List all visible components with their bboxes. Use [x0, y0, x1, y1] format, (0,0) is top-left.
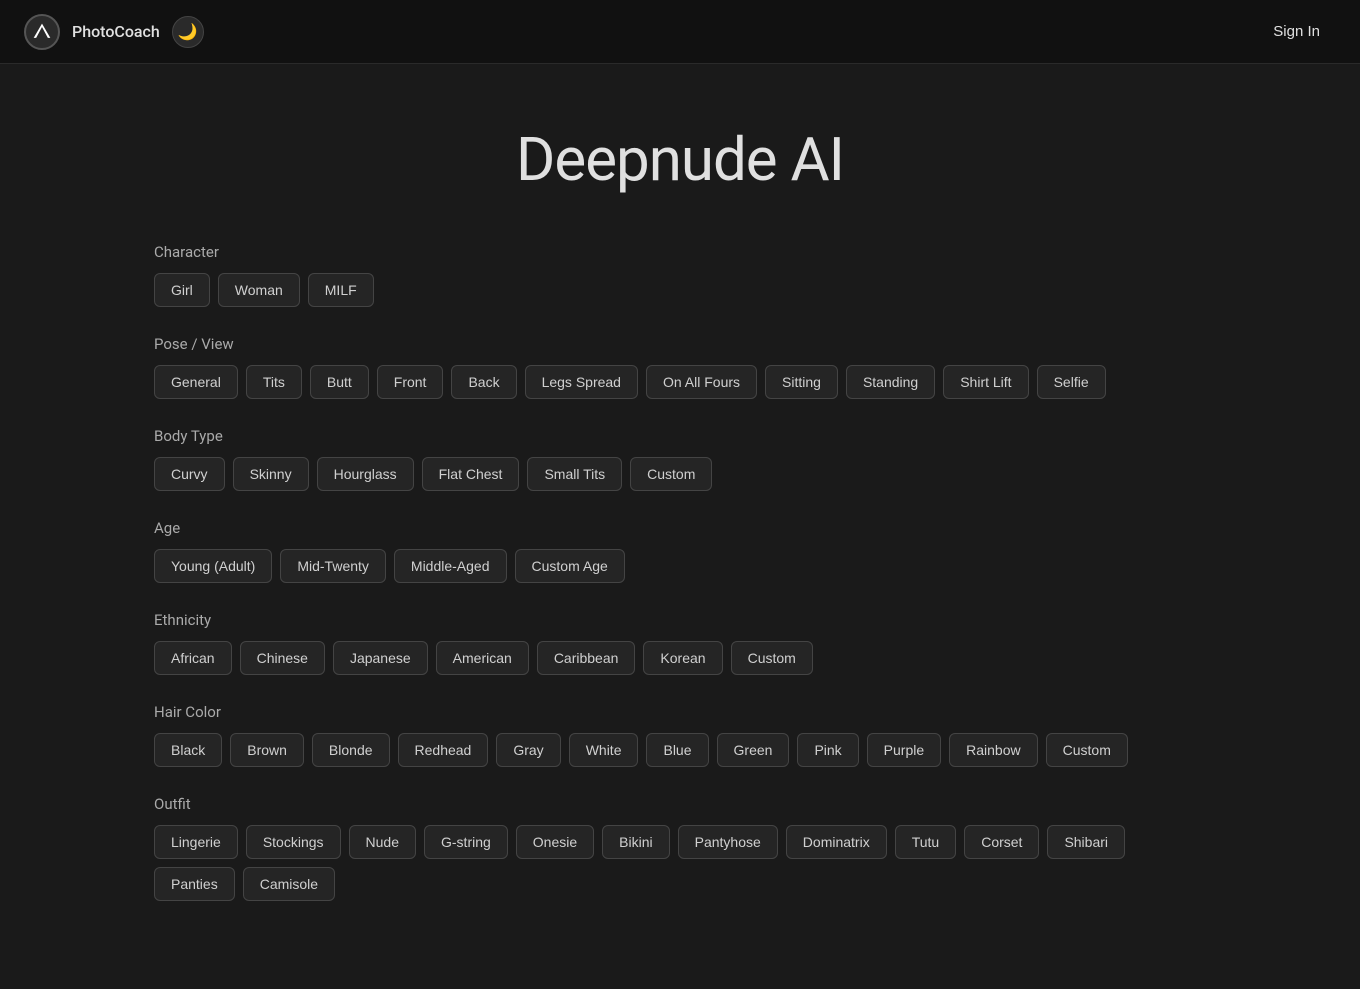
tag-purple[interactable]: Purple	[867, 733, 941, 767]
tag-young-adult[interactable]: Young (Adult)	[154, 549, 272, 583]
section-label-body-type: Body Type	[154, 427, 1206, 445]
tag-american[interactable]: American	[436, 641, 529, 675]
brand-name: PhotoCoach	[72, 22, 160, 41]
tag-onesie[interactable]: Onesie	[516, 825, 594, 859]
tag-selfie[interactable]: Selfie	[1037, 365, 1106, 399]
tag-custom[interactable]: Custom	[630, 457, 712, 491]
navbar: PhotoCoach 🌙 Sign In	[0, 0, 1360, 64]
tag-chinese[interactable]: Chinese	[240, 641, 325, 675]
tag-lingerie[interactable]: Lingerie	[154, 825, 238, 859]
tag-white[interactable]: White	[569, 733, 639, 767]
section-age: Age Young (Adult)Mid-TwentyMiddle-AgedCus…	[154, 519, 1206, 583]
tag-brown[interactable]: Brown	[230, 733, 304, 767]
tag-corset[interactable]: Corset	[964, 825, 1039, 859]
tag-green[interactable]: Green	[717, 733, 790, 767]
section-hair-color: Hair Color BlackBrownBlondeRedheadGray Whi…	[154, 703, 1206, 767]
section-ethnicity: EthnicityAfricanChineseJapaneseAmericanC…	[154, 611, 1206, 675]
page-title: Deepnude AI	[154, 124, 1206, 195]
tag-korean[interactable]: Korean	[643, 641, 722, 675]
tag-g-string[interactable]: G-string	[424, 825, 508, 859]
tag-girl[interactable]: Girl	[154, 273, 210, 307]
section-body-type: Body Type CurvySkinnyHourglassFlat ChestS…	[154, 427, 1206, 491]
tag-stockings[interactable]: Stockings	[246, 825, 341, 859]
section-label-age: Age	[154, 519, 1206, 537]
tag-rainbow[interactable]: Rainbow	[949, 733, 1037, 767]
navbar-left: PhotoCoach 🌙	[24, 14, 204, 50]
tag-pink[interactable]: Pink	[797, 733, 858, 767]
tag-tutu[interactable]: Tutu	[895, 825, 957, 859]
tag-dominatrix[interactable]: Dominatrix	[786, 825, 887, 859]
tag-redhead[interactable]: Redhead	[398, 733, 489, 767]
section-label-pose: Pose / View	[154, 335, 1206, 353]
tag-front[interactable]: Front	[377, 365, 444, 399]
sign-in-button[interactable]: Sign In	[1257, 15, 1336, 48]
tag-standing[interactable]: Standing	[846, 365, 935, 399]
tag-milf[interactable]: MILF	[308, 273, 374, 307]
tag-general[interactable]: General	[154, 365, 238, 399]
tag-african[interactable]: African	[154, 641, 232, 675]
tag-shirt-lift[interactable]: Shirt Lift	[943, 365, 1028, 399]
tag-woman[interactable]: Woman	[218, 273, 300, 307]
main-content: Deepnude AI Character GirlWomanMILF Pose /…	[0, 64, 1360, 989]
tag-legs-spread[interactable]: Legs Spread	[525, 365, 638, 399]
tag-hourglass[interactable]: Hourglass	[317, 457, 414, 491]
logo-icon[interactable]	[24, 14, 60, 50]
section-pose: Pose / View GeneralTitsButtFrontBack Legs …	[154, 335, 1206, 399]
tag-japanese[interactable]: Japanese	[333, 641, 428, 675]
tag-shibari[interactable]: Shibari	[1047, 825, 1125, 859]
tags-hair-color: BlackBrownBlondeRedheadGray WhiteBlue Gree…	[154, 733, 1206, 767]
tag-mid-twenty[interactable]: Mid-Twenty	[280, 549, 386, 583]
tags-character: GirlWomanMILF	[154, 273, 1206, 307]
section-label-ethnicity: Ethnicity	[154, 611, 1206, 629]
tag-blue[interactable]: Blue	[646, 733, 708, 767]
tag-caribbean[interactable]: Caribbean	[537, 641, 636, 675]
tag-butt[interactable]: Butt	[310, 365, 369, 399]
tag-sitting[interactable]: Sitting	[765, 365, 838, 399]
tag-black[interactable]: Black	[154, 733, 222, 767]
section-label-outfit: Outfit	[154, 795, 1206, 813]
tags-age: Young (Adult)Mid-TwentyMiddle-AgedCustom…	[154, 549, 1206, 583]
tags-ethnicity: AfricanChineseJapaneseAmericanCaribbeanK…	[154, 641, 1206, 675]
tag-small-tits[interactable]: Small Tits	[527, 457, 622, 491]
tag-tits[interactable]: Tits	[246, 365, 302, 399]
section-outfit: Outfit LingerieStockingsNudeG-stringOnesi…	[154, 795, 1206, 901]
tag-middle-aged[interactable]: Middle-Aged	[394, 549, 507, 583]
section-label-hair-color: Hair Color	[154, 703, 1206, 721]
tag-flat-chest[interactable]: Flat Chest	[422, 457, 520, 491]
tag-custom-age[interactable]: Custom Age	[515, 549, 625, 583]
tag-custom[interactable]: Custom	[1046, 733, 1128, 767]
section-character: Character GirlWomanMILF	[154, 243, 1206, 307]
tag-gray[interactable]: Gray	[496, 733, 560, 767]
tag-curvy[interactable]: Curvy	[154, 457, 225, 491]
tag-back[interactable]: Back	[451, 365, 516, 399]
tag-nude[interactable]: Nude	[349, 825, 416, 859]
tag-skinny[interactable]: Skinny	[233, 457, 309, 491]
tags-outfit: LingerieStockingsNudeG-stringOnesieBikin…	[154, 825, 1206, 901]
moon-icon: 🌙	[178, 22, 198, 41]
tag-panties[interactable]: Panties	[154, 867, 235, 901]
sections-container: Character GirlWomanMILF Pose / View General…	[154, 243, 1206, 901]
section-label-character: Character	[154, 243, 1206, 261]
theme-toggle-button[interactable]: 🌙	[172, 16, 204, 48]
tag-blonde[interactable]: Blonde	[312, 733, 390, 767]
tag-custom[interactable]: Custom	[731, 641, 813, 675]
tags-body-type: CurvySkinnyHourglassFlat ChestSmall Tits…	[154, 457, 1206, 491]
tags-pose: GeneralTitsButtFrontBack Legs SpreadOn Al…	[154, 365, 1206, 399]
tag-camisole[interactable]: Camisole	[243, 867, 335, 901]
tag-pantyhose[interactable]: Pantyhose	[678, 825, 778, 859]
tag-bikini[interactable]: Bikini	[602, 825, 669, 859]
tag-on-all-fours[interactable]: On All Fours	[646, 365, 757, 399]
